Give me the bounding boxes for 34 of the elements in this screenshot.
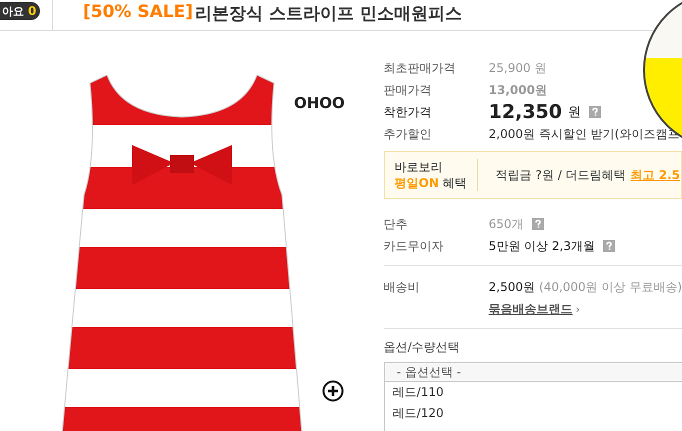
- price-label: 최초판매가격: [384, 60, 457, 76]
- chevron-icon: ›: [576, 302, 580, 316]
- option-item[interactable]: 레드/110: [384, 382, 682, 403]
- option-list[interactable]: - 옵션선택 - 레드/110 레드/120: [384, 362, 682, 431]
- price-label: 착한가격: [384, 104, 433, 120]
- shipping-fee: 2,500원: [488, 278, 536, 296]
- detail-label: 카드무이자: [384, 238, 445, 254]
- option-item[interactable]: 레드/120: [384, 403, 682, 424]
- brand-logo: OHOO: [294, 95, 345, 111]
- help-icon[interactable]: [603, 240, 616, 252]
- benefit-text: 적립금 ?원 / 더드림혜택: [496, 166, 626, 184]
- detail-value: 5만원 이상 2,3개월: [488, 238, 596, 254]
- zoom-in-icon[interactable]: [322, 380, 344, 402]
- option-label: 옵션/수량선택: [384, 339, 461, 356]
- benefit-suffix: 혜택: [442, 176, 467, 190]
- benefit-highlight: 평일ON: [394, 176, 439, 190]
- price-value: 25,900 원: [488, 60, 546, 76]
- detail-value: 650개: [488, 216, 524, 232]
- shipping-note: (40,000원 이상 무료배송): [539, 278, 682, 296]
- detail-label: 단추: [384, 216, 409, 232]
- benefit-title: 바로보리: [394, 159, 444, 175]
- help-icon[interactable]: [532, 218, 544, 230]
- like-badge[interactable]: 아요 0: [0, 2, 40, 20]
- option-header[interactable]: - 옵션선택 -: [384, 363, 682, 382]
- price-label: 추가할인: [384, 126, 433, 142]
- currency-unit: 원: [568, 104, 581, 121]
- bundle-shipping-link[interactable]: 묶음배송브랜드: [488, 300, 573, 318]
- help-icon[interactable]: [588, 106, 601, 118]
- shipping-label: 배송비: [384, 278, 421, 296]
- product-title: [50% SALE]리본장식 스트라이프 민소매원피스: [83, 2, 462, 26]
- price-value: 12,350: [488, 101, 562, 123]
- price-label: 판매가격: [384, 82, 433, 98]
- price-value: 13,000원: [488, 82, 547, 98]
- price-value: 2,000원 즉시할인 받기(와이즈캠프: [488, 126, 680, 142]
